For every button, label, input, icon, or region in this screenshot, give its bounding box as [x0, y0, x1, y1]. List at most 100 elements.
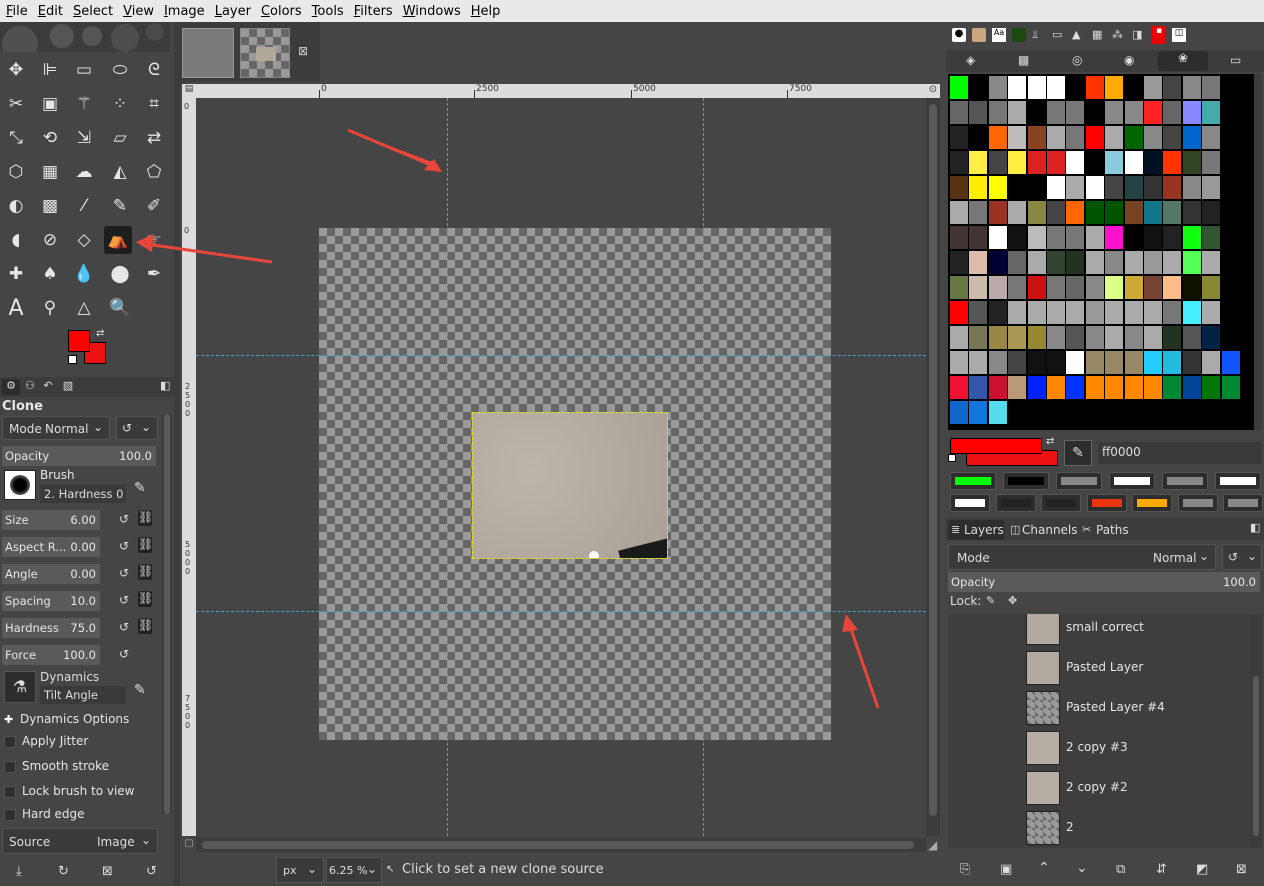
- tab-layers[interactable]: ≣ Layers: [948, 520, 1004, 540]
- brush-preview[interactable]: [4, 470, 36, 500]
- palette-swatch[interactable]: [988, 326, 1007, 349]
- wheel-tab-icon[interactable]: ◎: [1072, 53, 1082, 67]
- palette-swatch[interactable]: [988, 226, 1007, 249]
- palette-swatch[interactable]: [1163, 326, 1182, 349]
- opacity-slider[interactable]: Opacity 100.0: [2, 446, 156, 466]
- palette-swatch[interactable]: [1202, 201, 1221, 224]
- palette-swatch[interactable]: [1221, 376, 1240, 399]
- crop-tool-icon[interactable]: ⌗: [140, 90, 168, 118]
- lock-position-icon[interactable]: ✥: [1008, 594, 1017, 607]
- guide-horizontal[interactable]: [196, 355, 926, 356]
- palette-swatch[interactable]: [1124, 101, 1143, 124]
- palette-swatch[interactable]: [1144, 126, 1162, 149]
- palette-swatch[interactable]: [1144, 351, 1162, 374]
- scale-tool-icon[interactable]: ⇲: [70, 124, 98, 152]
- foreground-color-swatch[interactable]: [68, 330, 90, 352]
- palette-swatch[interactable]: [1221, 351, 1240, 374]
- zoom-dropdown[interactable]: 6.25 % ⌄: [326, 857, 382, 883]
- palette-swatch[interactable]: [1008, 351, 1027, 374]
- color-history-button[interactable]: [1003, 472, 1049, 490]
- palette-swatch[interactable]: [1182, 301, 1201, 324]
- palette-swatch[interactable]: [1027, 326, 1046, 349]
- source-dropdown[interactable]: Source Image ⌄: [2, 828, 158, 854]
- palette-swatch[interactable]: [950, 176, 968, 199]
- palette-swatch[interactable]: [1105, 301, 1124, 324]
- ink-tool-icon[interactable]: ⊘: [36, 226, 64, 254]
- palette-swatch[interactable]: [988, 351, 1007, 374]
- palette-swatch[interactable]: [1008, 101, 1027, 124]
- palette-swatch[interactable]: [1124, 301, 1143, 324]
- palette-swatch[interactable]: [1202, 351, 1221, 374]
- triangle-tab-icon[interactable]: ◉: [1124, 53, 1134, 67]
- raise-layer-icon[interactable]: ⌃: [1038, 860, 1050, 876]
- quickmask-toggle-icon[interactable]: ▤: [182, 84, 196, 98]
- palette-swatch[interactable]: [1085, 101, 1104, 124]
- palette-swatch[interactable]: [1027, 126, 1046, 149]
- palette-swatch[interactable]: [1047, 101, 1065, 124]
- palette-swatch[interactable]: [1008, 151, 1027, 174]
- palette-swatch[interactable]: [1105, 376, 1124, 399]
- handle-transform-icon[interactable]: ⬠: [140, 158, 168, 186]
- palette-swatch[interactable]: [950, 126, 968, 149]
- dynamics-name-field[interactable]: Tilt Angle: [40, 686, 126, 704]
- palette-swatch[interactable]: [1163, 226, 1182, 249]
- palette-swatch[interactable]: [1124, 276, 1143, 299]
- palette-swatch[interactable]: [1008, 376, 1027, 399]
- palette-swatch[interactable]: [1008, 276, 1027, 299]
- palette-swatch[interactable]: [969, 276, 988, 299]
- canvas-viewport[interactable]: [196, 98, 926, 836]
- path-tool-icon[interactable]: ✒: [140, 260, 168, 288]
- tool-presets-tab-icon[interactable]: ◨: [1132, 28, 1142, 41]
- angle-slider[interactable]: Angle 0.00: [2, 564, 100, 584]
- menu-view[interactable]: View: [117, 4, 158, 19]
- bucket-fill-icon[interactable]: ◐: [2, 192, 30, 220]
- dynamics-preview-icon[interactable]: ⚗: [4, 671, 36, 703]
- horizontal-scrollbar[interactable]: [196, 838, 926, 852]
- palette-swatch[interactable]: [969, 401, 988, 424]
- configure-tab-icon[interactable]: ◧: [160, 379, 170, 392]
- palette-swatch[interactable]: [1047, 376, 1065, 399]
- smooth-stroke-checkbox[interactable]: [4, 761, 16, 773]
- expand-plus-icon[interactable]: ✚: [4, 713, 13, 726]
- palette-swatch[interactable]: [1047, 251, 1065, 274]
- menu-layer[interactable]: Layer: [209, 4, 255, 19]
- palette-swatch[interactable]: [1202, 251, 1221, 274]
- palette-swatch[interactable]: [1085, 276, 1104, 299]
- menu-help[interactable]: Help: [465, 4, 505, 19]
- mode-reset-dropdown[interactable]: ↺ ⌄: [116, 416, 158, 440]
- layer-mode-dropdown[interactable]: Mode Normal ⌄: [948, 544, 1216, 570]
- palette-swatch[interactable]: [969, 326, 988, 349]
- fuzzy-select-icon[interactable]: ⚚: [70, 90, 98, 118]
- palette-swatch[interactable]: [1163, 151, 1182, 174]
- palette-swatch[interactable]: [1202, 226, 1221, 249]
- palette-swatch[interactable]: [988, 376, 1007, 399]
- palette-swatch[interactable]: [950, 201, 968, 224]
- palette-swatch[interactable]: [1066, 126, 1085, 149]
- palette-swatch[interactable]: [1047, 151, 1065, 174]
- palette-swatch[interactable]: [988, 151, 1007, 174]
- palette-swatch[interactable]: [1202, 126, 1221, 149]
- palette-swatch[interactable]: [1027, 151, 1046, 174]
- default-colors-icon[interactable]: [68, 355, 77, 364]
- palette-swatch[interactable]: [950, 226, 968, 249]
- palette-swatch[interactable]: [1124, 76, 1143, 99]
- palette-swatch[interactable]: [1085, 226, 1104, 249]
- palette-swatch[interactable]: [1066, 201, 1085, 224]
- restore-options-icon[interactable]: ↻: [58, 864, 69, 879]
- palette-swatch[interactable]: [1047, 76, 1065, 99]
- palette-swatch[interactable]: [1085, 351, 1104, 374]
- undo-history-tab-icon[interactable]: ↶: [40, 379, 56, 395]
- perspective-tool-icon[interactable]: ⬡: [2, 158, 30, 186]
- align-tool-icon[interactable]: ⊫: [36, 56, 64, 84]
- smudge-warp-icon[interactable]: ◭: [106, 158, 134, 186]
- color-history-button[interactable]: [1086, 494, 1127, 512]
- spacing-slider[interactable]: Spacing 10.0: [2, 591, 100, 611]
- palette-swatch[interactable]: [1047, 226, 1065, 249]
- airbrush-icon[interactable]: ✐: [140, 192, 168, 220]
- palette-swatch[interactable]: [1144, 201, 1162, 224]
- palette-swatch[interactable]: [1163, 101, 1182, 124]
- ellipse-select-icon[interactable]: ⬭: [106, 56, 134, 84]
- tool-options-scrollbar[interactable]: [162, 414, 172, 814]
- palette-swatch[interactable]: [1047, 301, 1065, 324]
- info-tab-icon[interactable]: ▭: [1052, 28, 1062, 41]
